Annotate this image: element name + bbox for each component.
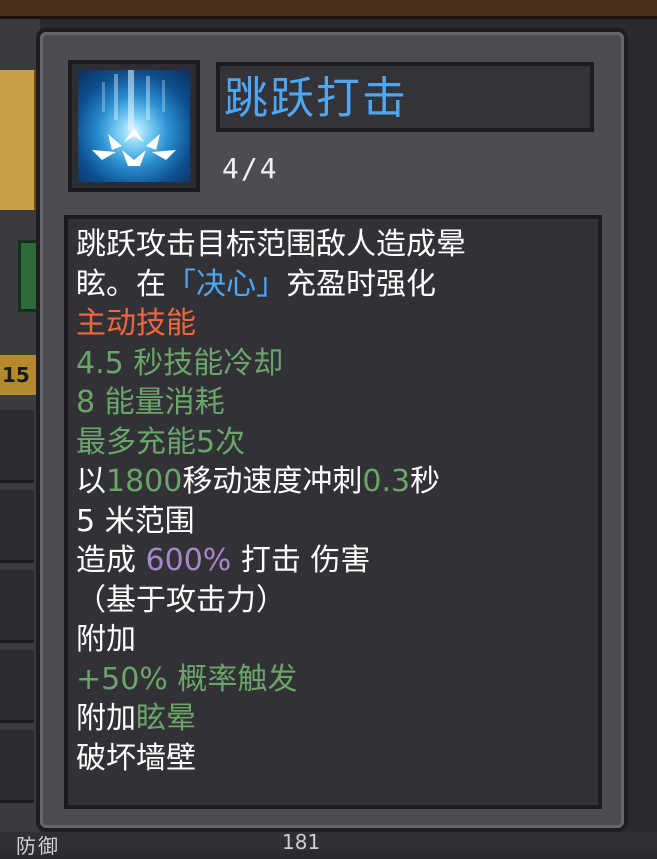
- skill-icon-frame: [68, 60, 200, 192]
- defense-label: 防御: [16, 834, 60, 858]
- energy-line: 8 能量消耗: [76, 383, 590, 423]
- range-value: 5 米范围: [76, 503, 195, 539]
- damage-line: 造成 600% 打击 伤害: [76, 541, 590, 581]
- damage-suffix: 打击 伤害: [231, 543, 371, 578]
- skill-description-box: 跳跃攻击目标范围敌人造成晕 眩。在「决心」充盈时强化 主动技能 4.5 秒技能冷…: [64, 215, 602, 809]
- skill-type: 主动技能: [76, 304, 590, 344]
- rank-badge: [0, 70, 38, 210]
- dash-line: 以1800移动速度冲刺0.3秒: [76, 462, 590, 502]
- description-text: 跳跃攻击目标范围敌人造成晕: [76, 227, 466, 262]
- max-charges: 最多充能5次: [76, 424, 246, 460]
- damage-prefix: 造成: [76, 543, 146, 578]
- description-line: 跳跃攻击目标范围敌人造成晕: [76, 225, 590, 265]
- skill-tooltip: 跳跃打击 4/4 跳跃攻击目标范围敌人造成晕 眩。在「决心」充盈时强化 主动技能…: [36, 28, 628, 832]
- damage-percent: 600%: [145, 543, 232, 578]
- stun-line: 附加眩晕: [76, 699, 590, 739]
- cooldown-line: 4.5 秒技能冷却: [76, 344, 590, 384]
- level-chip: 15: [0, 355, 38, 395]
- background-slot[interactable]: [0, 650, 34, 723]
- stun-prefix: 附加: [76, 701, 136, 736]
- wall-break-line: 破坏墙壁: [76, 739, 590, 779]
- defense-value: 181: [282, 830, 321, 854]
- dash-speed: 1800: [106, 464, 183, 499]
- top-bar: [0, 0, 657, 19]
- skill-title-frame: 跳跃打击: [216, 62, 594, 132]
- skill-type-label: 主动技能: [76, 306, 196, 341]
- background-slot[interactable]: [0, 410, 34, 483]
- description-text: 眩。在: [76, 266, 166, 302]
- skill-title: 跳跃打击: [224, 73, 408, 124]
- damage-basis-line: （基于攻击力）: [76, 581, 590, 621]
- attach-label: 附加: [76, 622, 136, 657]
- stun-effect: 眩晕: [136, 701, 196, 736]
- attach-line: 附加: [76, 620, 590, 660]
- background-slot[interactable]: [0, 490, 34, 563]
- wall-break: 破坏墙壁: [76, 740, 196, 776]
- description-line: 眩。在「决心」充盈时强化: [76, 265, 590, 305]
- skill-level: 4/4: [222, 152, 279, 185]
- stats-row: [0, 832, 657, 851]
- dash-text: 移动速度冲刺: [182, 464, 363, 499]
- proc-line: +50% 概率触发: [76, 660, 590, 700]
- background-slot[interactable]: [0, 570, 34, 643]
- dash-suffix: 秒: [410, 464, 441, 499]
- energy-cost: 8 能量消耗: [76, 385, 225, 420]
- dash-time: 0.3: [362, 464, 411, 499]
- range-line: 5 米范围: [76, 502, 590, 542]
- ice-shockwave-icon: [78, 70, 190, 182]
- damage-basis: （基于攻击力）: [76, 582, 286, 618]
- skill-description: 跳跃攻击目标范围敌人造成晕 眩。在「决心」充盈时强化 主动技能 4.5 秒技能冷…: [76, 225, 590, 778]
- cooldown-value: 4.5 秒技能冷却: [76, 345, 284, 381]
- background-slot[interactable]: [0, 730, 34, 803]
- charges-line: 最多充能5次: [76, 423, 590, 463]
- proc-chance: +50% 概率触发: [76, 661, 298, 697]
- description-text: 充盈时强化: [286, 266, 436, 302]
- dash-prefix: 以: [76, 464, 106, 499]
- keyword-determination: 「决心」: [166, 266, 286, 302]
